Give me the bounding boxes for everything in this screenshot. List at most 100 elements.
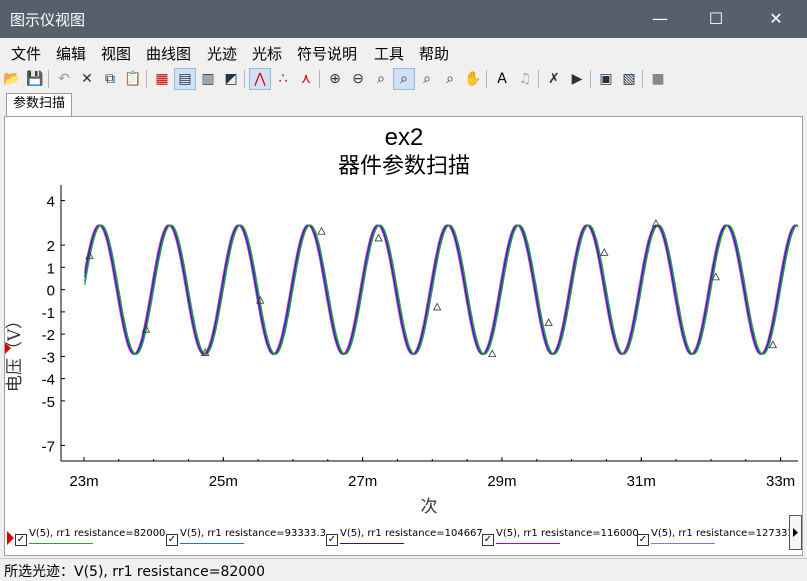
x-tick-label: 33m (766, 473, 795, 490)
legend-checkbox[interactable]: ✓ (637, 534, 649, 546)
toolbar-separator (590, 70, 591, 88)
chart-title: ex2 (385, 124, 424, 151)
legend-label: V(5), rr1 resistance=104667 (340, 528, 483, 539)
tab-row: 参数扫描 (0, 92, 807, 116)
y-axis-label: 电压（V） (5, 312, 25, 392)
toolbar-separator (244, 70, 245, 88)
trace-markers-icon[interactable]: ⋏ (296, 69, 316, 89)
toggle-bars-icon[interactable]: ▥ (198, 69, 218, 89)
trace-marker (317, 226, 326, 235)
trace-marker (600, 248, 609, 256)
status-bar: 所选光迹：V(5), rr1 resistance=82000 (0, 558, 807, 580)
legend-swatch (496, 543, 560, 544)
trace-marker (544, 318, 553, 326)
pan-icon[interactable]: ✋ (463, 69, 483, 89)
trace-marker (374, 233, 383, 242)
reverse-colors-icon[interactable]: ✗ (544, 69, 564, 89)
toolbar-separator (319, 70, 320, 88)
pattern-icon[interactable]: ♫ (515, 69, 535, 89)
y-tick-label: -5 (42, 394, 55, 411)
menu-legend[interactable]: 符号说明 (297, 43, 357, 64)
menu-view[interactable]: 视图 (101, 43, 131, 64)
menu-bar: 文件 编辑 视图 曲线图 光迹 光标 符号说明 工具 帮助 (0, 38, 807, 66)
y-tick-label: -3 (42, 349, 55, 366)
text-icon[interactable]: A (492, 69, 512, 89)
y-tick-label: 0 (47, 283, 55, 300)
legend-checkbox[interactable]: ✓ (15, 534, 27, 546)
delete-icon[interactable]: ✕ (77, 69, 97, 89)
minimize-button[interactable]: — (637, 0, 683, 38)
chart-subtitle: 器件参数扫描 (338, 154, 470, 179)
legend-swatch (340, 543, 404, 544)
legend-swatch (180, 543, 244, 544)
close-button[interactable]: ✕ (753, 0, 799, 38)
legend-swatch (651, 543, 715, 544)
legend-scroll-button[interactable] (789, 515, 802, 550)
mathcad-icon[interactable]: ▧ (619, 69, 639, 89)
trace-marker (488, 349, 497, 358)
y-tick-label: -7 (42, 438, 55, 455)
x-tick-label: 29m (487, 473, 516, 490)
zoom-in-icon[interactable]: ⊕ (325, 69, 345, 89)
x-tick-label: 27m (348, 473, 377, 490)
trace-marker (432, 302, 442, 311)
legend-icon[interactable]: ▤ (174, 68, 196, 90)
trace-points-icon[interactable]: ∴ (273, 69, 293, 89)
y-tick-label: 2 (47, 238, 55, 255)
title-bar: 图示仪视图 — ☐ ✕ (0, 0, 807, 38)
save-icon[interactable]: 💾 (25, 69, 45, 89)
legend-checkbox[interactable]: ✓ (166, 534, 178, 546)
paste-icon[interactable]: 📋 (123, 69, 143, 89)
menu-tools[interactable]: 工具 (374, 43, 404, 64)
legend-swatch (29, 543, 93, 544)
toolbar-separator (486, 70, 487, 88)
legend: ✓ V(5), rr1 resistance=82000 ✓ V(5), rr1 re… (5, 520, 802, 554)
menu-cursor[interactable]: 光标 (252, 43, 282, 64)
stop-icon[interactable]: ■ (648, 69, 668, 89)
maximize-button[interactable]: ☐ (693, 0, 739, 38)
transfer-icon[interactable]: ▣ (596, 69, 616, 89)
zoom-out-icon[interactable]: ⊖ (348, 69, 368, 89)
legend-label: V(5), rr1 resistance=127333 (651, 528, 794, 539)
menu-file[interactable]: 文件 (11, 43, 41, 64)
menu-trace[interactable]: 光迹 (207, 43, 237, 64)
y-tick-label: 1 (47, 260, 55, 277)
x-axis-label: 次 (421, 497, 438, 517)
zoom-fit-icon[interactable]: ⌕ (393, 68, 415, 90)
chart[interactable]: ex2 器件参数扫描 电压（V） 次 4 2 1 0 -1 -2 -3 -4 -5 -7 23m 25… (5, 117, 802, 517)
toolbar-separator (146, 70, 147, 88)
undo-icon[interactable]: ↶ (54, 69, 74, 89)
tab-parameter-sweep[interactable]: 参数扫描 (6, 93, 73, 116)
x-tick-label: 23m (69, 473, 98, 490)
y-tick-label: -1 (42, 305, 55, 322)
menu-edit[interactable]: 编辑 (56, 43, 86, 64)
legend-label: V(5), rr1 resistance=116000 (496, 528, 639, 539)
legend-label: V(5), rr1 resistance=93333.3 (180, 528, 326, 539)
trace-line-icon[interactable]: ⋀ (249, 68, 271, 90)
legend-checkbox[interactable]: ✓ (482, 534, 494, 546)
menu-help[interactable]: 帮助 (419, 43, 449, 64)
legend-label: V(5), rr1 resistance=82000 (29, 528, 166, 539)
overlay-icon[interactable]: ◩ (221, 69, 241, 89)
window-title: 图示仪视图 (10, 11, 86, 29)
copy-icon[interactable]: ⧉ (100, 69, 120, 89)
legend-checkbox[interactable]: ✓ (326, 534, 338, 546)
toolbar: 📂 💾 ↶ ✕ ⧉ 📋 ▦ ▤ ▥ ◩ ⋀ ∴ ⋏ ⊕ ⊖ ⌕ ⌕ ⌕ ⌕ ✋ A ♫ ✗ ▶ ▣ ▧ ■ (0, 66, 807, 92)
status-text: 所选光迹：V(5), rr1 resistance=82000 (4, 564, 265, 580)
x-tick-label: 31m (627, 473, 656, 490)
toolbar-separator (538, 70, 539, 88)
series-line[interactable] (84, 224, 799, 355)
zoom-x-icon[interactable]: ⌕ (417, 69, 437, 89)
export-excel-icon[interactable]: ▶ (567, 69, 587, 89)
x-tick-label: 25m (209, 473, 238, 490)
y-tick-label: -2 (42, 327, 55, 344)
menu-graph[interactable]: 曲线图 (146, 43, 191, 64)
zoom-area-icon[interactable]: ⌕ (371, 69, 391, 89)
graph-panel: ex2 器件参数扫描 电压（V） 次 4 2 1 0 -1 -2 -3 -4 -5 -7 23m 25… (4, 116, 803, 556)
open-icon[interactable]: 📂 (2, 69, 22, 89)
y-tick-label: 4 (47, 194, 55, 211)
y-tick-label: -4 (42, 372, 55, 389)
toolbar-separator (642, 70, 643, 88)
grid-icon[interactable]: ▦ (152, 69, 172, 89)
zoom-y-icon[interactable]: ⌕ (440, 69, 460, 89)
